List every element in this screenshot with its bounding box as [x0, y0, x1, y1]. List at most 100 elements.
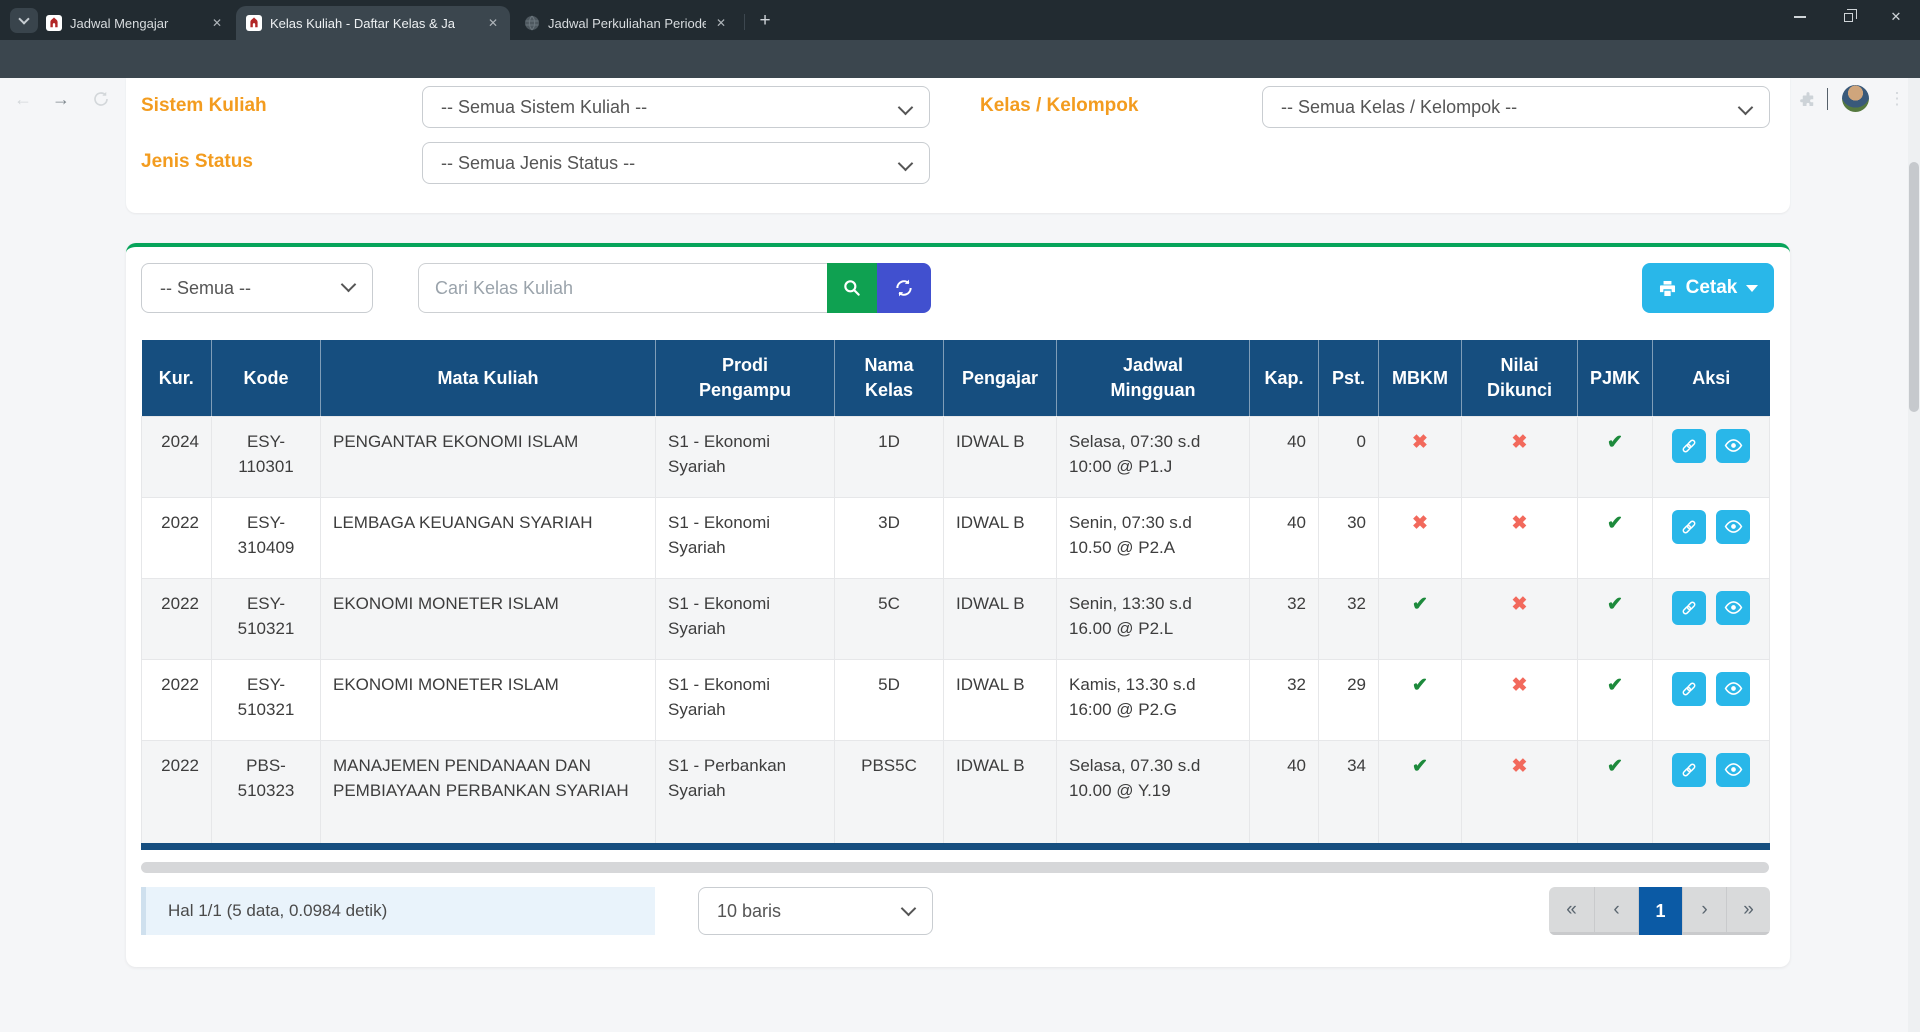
eye-icon — [1724, 436, 1743, 455]
table-row: 2022 ESY-510321 EKONOMI MONETER ISLAM S1… — [142, 659, 1770, 740]
eye-icon — [1724, 598, 1743, 617]
tab-search-button[interactable] — [10, 8, 38, 33]
cell-pjmk — [1578, 497, 1653, 578]
header-mbkm: MBKM — [1379, 340, 1462, 416]
header-pengajar: Pengajar — [944, 340, 1057, 416]
cell-pjmk — [1578, 740, 1653, 846]
cell-mata-kuliah: EKONOMI MONETER ISLAM — [321, 578, 656, 659]
window-minimize-button[interactable] — [1778, 0, 1822, 34]
cell-pst: 0 — [1319, 416, 1379, 497]
cell-kap: 40 — [1250, 740, 1319, 846]
window-restore-button[interactable] — [1826, 0, 1870, 34]
search-input[interactable] — [418, 263, 827, 313]
back-button[interactable]: ← — [8, 84, 38, 114]
table-row: 2022 ESY-510321 EKONOMI MONETER ISLAM S1… — [142, 578, 1770, 659]
view-button[interactable] — [1716, 429, 1750, 463]
kelas-kelompok-value: -- Semua Kelas / Kelompok -- — [1281, 97, 1517, 118]
link-button[interactable] — [1672, 672, 1706, 706]
jenis-status-label: Jenis Status — [141, 151, 253, 173]
link-button[interactable] — [1672, 753, 1706, 787]
tab-title: Jadwal Perkuliahan Periode 202 — [548, 16, 706, 31]
kelas-kelompok-select[interactable]: -- Semua Kelas / Kelompok -- — [1262, 86, 1770, 128]
cell-kur: 2022 — [142, 740, 212, 846]
chevron-down-icon — [18, 13, 29, 24]
view-button[interactable] — [1716, 591, 1750, 625]
cell-pjmk — [1578, 578, 1653, 659]
eye-icon — [1724, 679, 1743, 698]
cell-jadwal: Senin, 07:30 s.d 10.50 @ P2.A — [1057, 497, 1250, 578]
table-horizontal-scrollbar[interactable] — [141, 862, 1769, 873]
link-icon — [1680, 518, 1698, 536]
extensions-puzzle-icon[interactable] — [1794, 86, 1822, 114]
last-page-button[interactable]: » — [1726, 887, 1770, 935]
refresh-icon — [894, 278, 914, 298]
rows-per-page-value: 10 baris — [717, 901, 781, 922]
table-row: 2022 ESY-310409 LEMBAGA KEUANGAN SYARIAH… — [142, 497, 1770, 578]
link-button[interactable] — [1672, 591, 1706, 625]
pagination-controls: « ‹ 1 › » — [1549, 887, 1770, 935]
cell-jadwal: Selasa, 07:30 s.d 10:00 @ P1.J — [1057, 416, 1250, 497]
page-scrollbar-thumb[interactable] — [1909, 162, 1919, 412]
rows-per-page-select[interactable]: 10 baris — [698, 887, 933, 935]
view-button[interactable] — [1716, 510, 1750, 544]
link-button[interactable] — [1672, 510, 1706, 544]
cell-kap: 40 — [1250, 416, 1319, 497]
jenis-status-select[interactable]: -- Semua Jenis Status -- — [422, 142, 930, 184]
reload-button[interactable] — [86, 84, 116, 114]
sistem-kuliah-select[interactable]: -- Semua Sistem Kuliah -- — [422, 86, 930, 128]
next-page-button[interactable]: › — [1682, 887, 1726, 935]
new-tab-button[interactable]: + — [752, 8, 778, 34]
nilai-status-icon — [1512, 594, 1528, 615]
cell-aksi — [1653, 740, 1770, 846]
window-close-button[interactable]: ✕ — [1874, 0, 1918, 34]
cell-pst: 29 — [1319, 659, 1379, 740]
first-page-button[interactable]: « — [1549, 887, 1594, 935]
close-icon[interactable]: ✕ — [210, 16, 224, 30]
cell-mbkm — [1379, 416, 1462, 497]
view-button[interactable] — [1716, 753, 1750, 787]
list-filter-select[interactable]: -- Semua -- — [141, 263, 373, 313]
cell-kode: ESY-310409 — [212, 497, 321, 578]
link-icon — [1680, 680, 1698, 698]
link-button[interactable] — [1672, 429, 1706, 463]
close-icon[interactable]: ✕ — [486, 16, 500, 30]
page-1-button[interactable]: 1 — [1638, 887, 1682, 935]
view-button[interactable] — [1716, 672, 1750, 706]
cell-mbkm — [1379, 659, 1462, 740]
header-kur: Kur. — [142, 340, 212, 416]
refresh-button[interactable] — [877, 263, 931, 313]
sistem-kuliah-value: -- Semua Sistem Kuliah -- — [441, 97, 647, 118]
jenis-status-value: -- Semua Jenis Status -- — [441, 153, 635, 174]
eye-icon — [1724, 760, 1743, 779]
header-kode: Kode — [212, 340, 321, 416]
cell-nilai-dikunci — [1462, 416, 1578, 497]
cell-kode: PBS-510323 — [212, 740, 321, 846]
profile-avatar[interactable] — [1842, 85, 1869, 112]
browser-tab-jadwal-mengajar[interactable]: Jadwal Mengajar ✕ — [36, 6, 234, 40]
cell-aksi — [1653, 659, 1770, 740]
link-icon — [1680, 599, 1698, 617]
browser-tab-jadwal-perkuliahan[interactable]: Jadwal Perkuliahan Periode 202 ✕ — [514, 6, 738, 40]
forward-button[interactable]: → — [46, 84, 76, 114]
header-jadwal-mingguan: Jadwal Mingguan — [1057, 340, 1250, 416]
reload-icon — [92, 90, 110, 108]
uin-favicon — [246, 15, 262, 31]
close-icon[interactable]: ✕ — [714, 16, 728, 30]
nilai-status-icon — [1512, 513, 1528, 534]
eye-icon — [1724, 517, 1743, 536]
print-button[interactable]: Cetak — [1642, 263, 1774, 313]
cell-nama-kelas: 3D — [835, 497, 944, 578]
prev-page-button[interactable]: ‹ — [1594, 887, 1638, 935]
cell-kode: ESY-110301 — [212, 416, 321, 497]
browser-tab-kelas-kuliah[interactable]: Kelas Kuliah - Daftar Kelas & Ja ✕ — [236, 6, 510, 40]
browser-menu-icon[interactable]: ⋮ — [1884, 84, 1910, 114]
table-header-row: Kur. Kode Mata Kuliah Prodi Pengampu Nam… — [142, 340, 1770, 416]
cell-pjmk — [1578, 416, 1653, 497]
page-scrollbar[interactable] — [1908, 78, 1920, 1032]
pjmk-status-icon — [1607, 432, 1623, 453]
search-button[interactable] — [827, 263, 877, 313]
cell-nama-kelas: 5C — [835, 578, 944, 659]
pjmk-status-icon — [1607, 513, 1623, 534]
search-icon — [842, 278, 862, 298]
cell-pengajar: IDWAL B — [944, 497, 1057, 578]
